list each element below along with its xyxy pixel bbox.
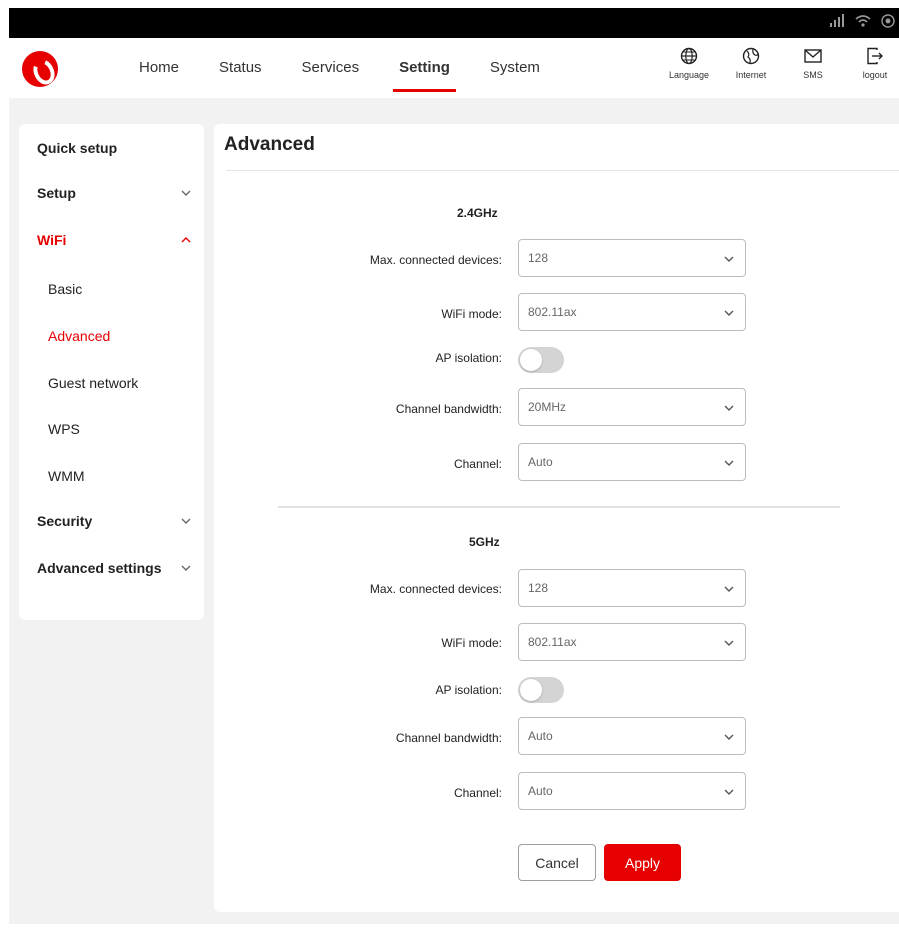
battery-icon xyxy=(881,14,895,31)
language-label: Language xyxy=(668,70,710,80)
section-title-5ghz: 5GHz xyxy=(469,535,500,549)
sidebar-item-basic[interactable]: Basic xyxy=(48,281,82,297)
chevron-up-icon[interactable] xyxy=(179,233,193,247)
chevron-down-icon xyxy=(724,310,734,316)
sidebar-item-wps[interactable]: WPS xyxy=(48,421,80,437)
select-value: 802.11ax xyxy=(528,635,577,649)
internet-button[interactable]: Internet xyxy=(727,46,775,80)
tab-services[interactable]: Services xyxy=(282,38,380,98)
wifi-mode-label: WiFi mode: xyxy=(441,307,502,321)
section-title-2-4ghz: 2.4GHz xyxy=(457,206,498,220)
internet-label: Internet xyxy=(735,70,767,80)
channel-select-5ghz[interactable]: Auto xyxy=(518,772,746,810)
tab-setting[interactable]: Setting xyxy=(379,38,470,98)
ap-isolation-label: AP isolation: xyxy=(435,351,503,365)
select-value: 128 xyxy=(528,581,549,595)
chevron-down-icon[interactable] xyxy=(179,561,193,575)
signal-icon xyxy=(829,14,845,31)
wifi-icon xyxy=(855,14,871,31)
chevron-down-icon xyxy=(724,789,734,795)
toggle-knob xyxy=(520,349,542,371)
max-devices-label: Max. connected devices: xyxy=(369,582,502,596)
chevron-down-icon[interactable] xyxy=(179,514,193,528)
select-value: 802.11ax xyxy=(528,305,577,319)
tab-status[interactable]: Status xyxy=(199,38,282,98)
globe-icon xyxy=(679,46,699,66)
channel-label: Channel: xyxy=(453,786,502,800)
sidebar-item-guest-network[interactable]: Guest network xyxy=(48,375,138,391)
status-bar xyxy=(9,8,899,38)
chevron-down-icon xyxy=(724,734,734,740)
vodafone-logo[interactable] xyxy=(22,51,58,87)
select-value: Auto xyxy=(528,729,553,743)
wifi-mode-label: WiFi mode: xyxy=(441,636,502,650)
chevron-down-icon[interactable] xyxy=(179,186,193,200)
ap-isolation-toggle-2-4ghz[interactable] xyxy=(518,347,564,373)
wifi-mode-select-5ghz[interactable]: 802.11ax xyxy=(518,623,746,661)
section-divider xyxy=(278,506,840,508)
select-value: 128 xyxy=(528,251,549,265)
language-button[interactable]: Language xyxy=(665,46,713,80)
sidebar: Quick setup Setup WiFi Basic Advanced Gu… xyxy=(19,124,204,620)
page-title: Advanced xyxy=(224,134,315,155)
cancel-button[interactable]: Cancel xyxy=(518,844,596,881)
chevron-down-icon xyxy=(724,586,734,592)
top-header: Home Status Services Setting System Lang… xyxy=(9,38,899,98)
sidebar-item-security[interactable]: Security xyxy=(37,513,92,529)
channel-bandwidth-label: Channel bandwidth: xyxy=(395,402,502,416)
max-devices-select-5ghz[interactable]: 128 xyxy=(518,569,746,607)
channel-bandwidth-label: Channel bandwidth: xyxy=(395,731,502,745)
title-divider xyxy=(226,170,899,171)
chevron-down-icon xyxy=(724,460,734,466)
sidebar-item-advanced-settings[interactable]: Advanced settings xyxy=(37,560,161,576)
ap-isolation-label: AP isolation: xyxy=(435,683,503,697)
select-value: 20MHz xyxy=(528,400,567,414)
channel-label: Channel: xyxy=(453,457,502,471)
select-value: Auto xyxy=(528,784,553,798)
tab-system[interactable]: System xyxy=(470,38,560,98)
chevron-down-icon xyxy=(724,256,734,262)
channel-bandwidth-select-5ghz[interactable]: Auto xyxy=(518,717,746,755)
sidebar-item-setup[interactable]: Setup xyxy=(37,185,76,201)
tab-home[interactable]: Home xyxy=(119,38,199,98)
sidebar-item-quick-setup[interactable]: Quick setup xyxy=(37,140,117,156)
chevron-down-icon xyxy=(724,640,734,646)
status-icons xyxy=(829,14,895,31)
max-devices-select-2-4ghz[interactable]: 128 xyxy=(518,239,746,277)
logout-label: logout xyxy=(862,70,888,80)
internet-icon xyxy=(741,46,761,66)
sidebar-item-wifi[interactable]: WiFi xyxy=(37,232,66,248)
logout-icon xyxy=(865,46,885,66)
advanced-panel: Advanced 2.4GHz Max. connected devices: … xyxy=(214,124,899,912)
apply-button[interactable]: Apply xyxy=(604,844,681,881)
chevron-down-icon xyxy=(724,405,734,411)
sidebar-item-wmm[interactable]: WMM xyxy=(48,468,85,484)
channel-bandwidth-select-2-4ghz[interactable]: 20MHz xyxy=(518,388,746,426)
max-devices-label: Max. connected devices: xyxy=(369,253,502,267)
ap-isolation-toggle-5ghz[interactable] xyxy=(518,677,564,703)
wifi-mode-select-2-4ghz[interactable]: 802.11ax xyxy=(518,293,746,331)
sms-label: SMS xyxy=(803,70,823,80)
sidebar-item-advanced[interactable]: Advanced xyxy=(48,328,110,344)
envelope-icon xyxy=(803,46,823,66)
header-tools: Language Internet SMS logout xyxy=(665,46,899,80)
channel-select-2-4ghz[interactable]: Auto xyxy=(518,443,746,481)
sms-button[interactable]: SMS xyxy=(789,46,837,80)
logout-button[interactable]: logout xyxy=(851,46,899,80)
toggle-knob xyxy=(520,679,542,701)
select-value: Auto xyxy=(528,455,553,469)
main-nav: Home Status Services Setting System xyxy=(119,38,560,98)
